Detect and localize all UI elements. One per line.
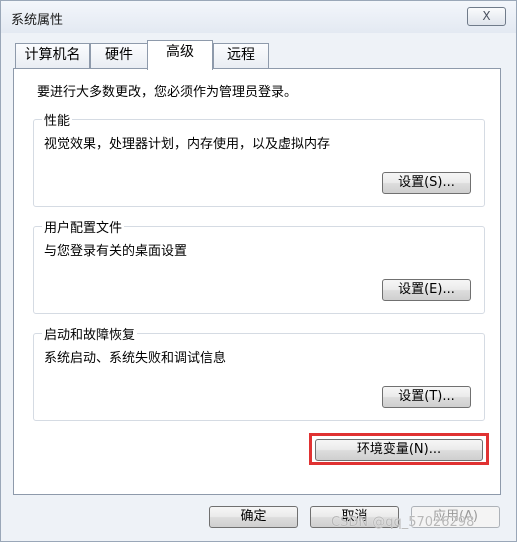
tab-advanced[interactable]: 高级 (147, 40, 213, 70)
close-icon: X (482, 9, 491, 23)
environment-variables-button[interactable]: 环境变量(N)... (315, 439, 483, 461)
startup-recovery-group-label: 启动和故障恢复 (42, 324, 138, 343)
tab-remote[interactable]: 远程 (213, 43, 269, 68)
performance-description: 视觉效果，处理器计划，内存使用，以及虚拟内存 (44, 137, 331, 152)
ok-button[interactable]: 确定 (209, 506, 298, 528)
watermark: CSDN @qq_57026298 (331, 515, 475, 530)
system-properties-window: 系统属性 X 计算机名 硬件 高级 远程 要进行大多数更改，您必须作为管理员登录… (0, 0, 517, 542)
admin-notice: 要进行大多数更改，您必须作为管理员登录。 (37, 85, 298, 100)
tab-hardware[interactable]: 硬件 (90, 43, 148, 68)
window-title: 系统属性 (11, 13, 64, 28)
close-button[interactable]: X (467, 7, 506, 26)
tab-computer-name[interactable]: 计算机名 (15, 43, 90, 68)
performance-group-label: 性能 (42, 110, 73, 129)
user-profiles-settings-button[interactable]: 设置(E)... (382, 279, 471, 301)
user-profiles-description: 与您登录有关的桌面设置 (44, 244, 188, 259)
startup-recovery-description: 系统启动、系统失败和调试信息 (44, 351, 227, 366)
user-profiles-group-label: 用户配置文件 (42, 217, 125, 236)
title-bar: 系统属性 X (1, 1, 516, 33)
startup-recovery-settings-button[interactable]: 设置(T)... (382, 386, 471, 408)
performance-settings-button[interactable]: 设置(S)... (382, 172, 471, 194)
